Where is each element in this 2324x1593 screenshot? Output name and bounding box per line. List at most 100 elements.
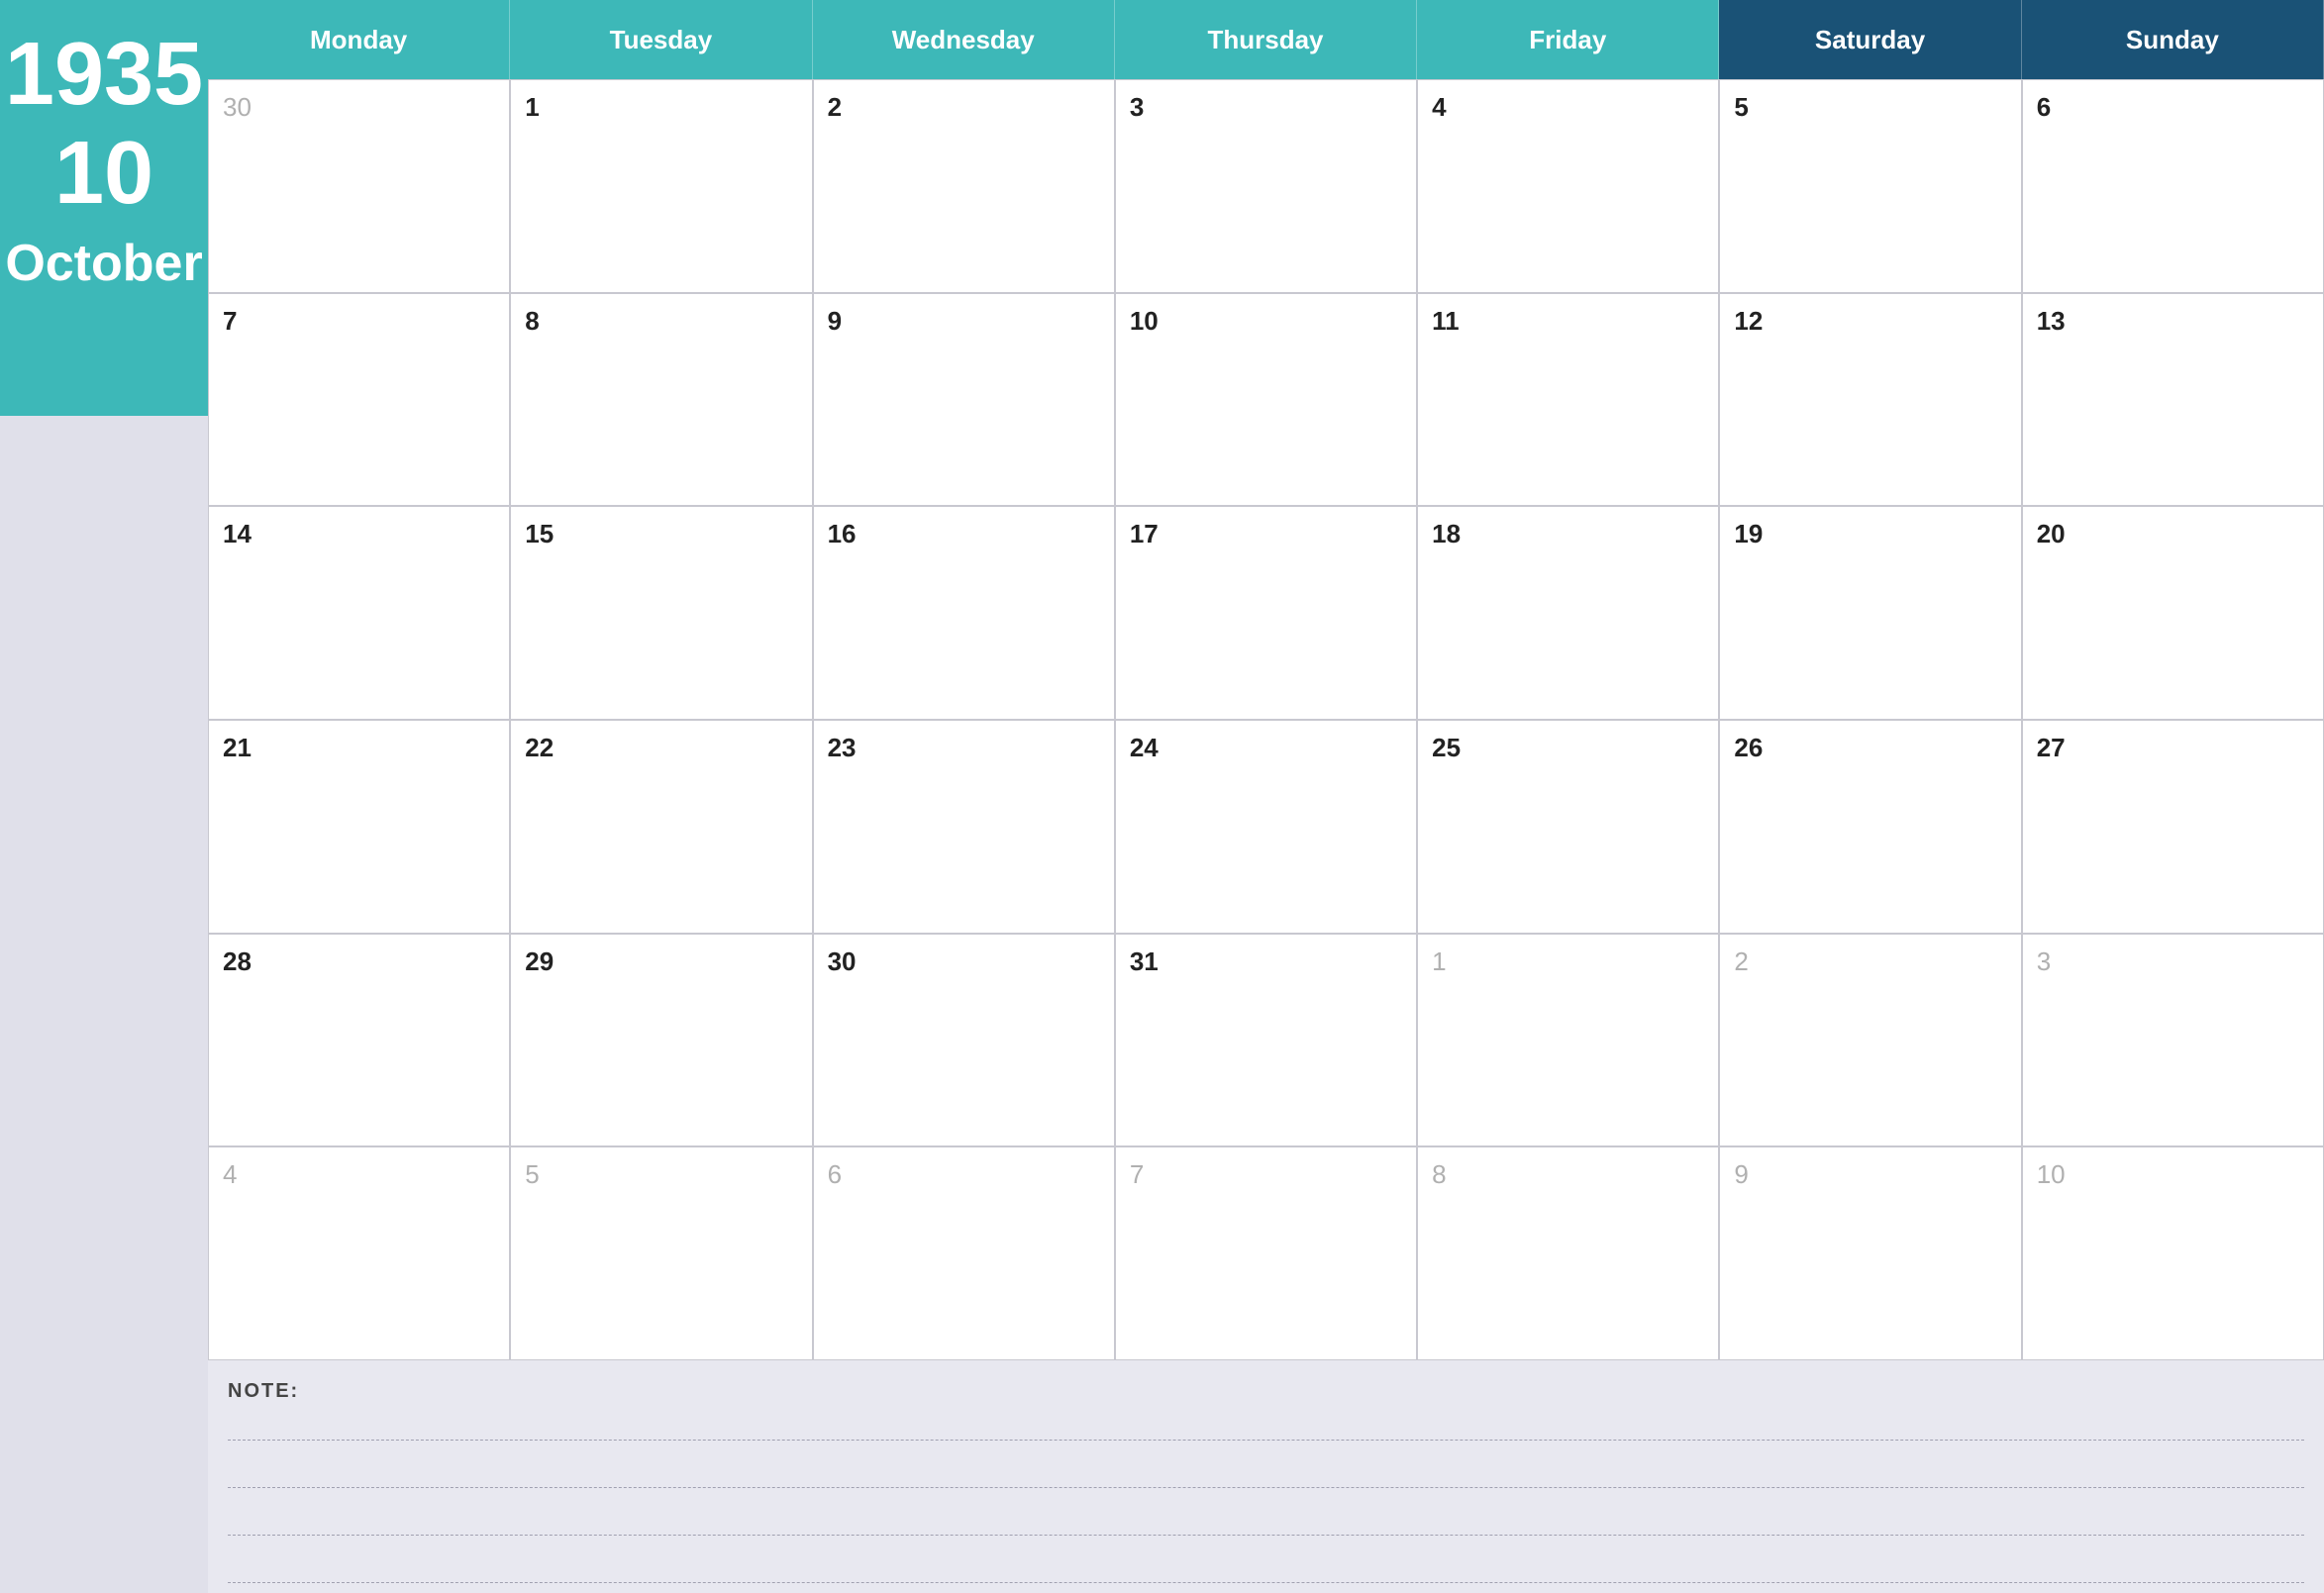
calendar-cell[interactable]: 11 xyxy=(1417,293,1719,507)
cell-date: 27 xyxy=(2037,733,2066,762)
calendar-cell[interactable]: 7 xyxy=(208,293,510,507)
calendar-cell[interactable]: 2 xyxy=(1719,934,2021,1147)
cell-date: 28 xyxy=(223,946,252,976)
year-label: 1935 xyxy=(5,30,203,119)
header-wednesday: Wednesday xyxy=(813,0,1115,79)
cell-date: 8 xyxy=(1432,1159,1446,1189)
month-label: October xyxy=(5,238,202,289)
calendar-cell[interactable]: 18 xyxy=(1417,506,1719,720)
calendar-cell[interactable]: 29 xyxy=(510,934,812,1147)
header-monday: Monday xyxy=(208,0,510,79)
calendar-cell[interactable]: 6 xyxy=(2022,79,2324,293)
calendar-cell[interactable]: 19 xyxy=(1719,506,2021,720)
calendar-cell[interactable]: 30 xyxy=(208,79,510,293)
cell-date: 21 xyxy=(223,733,252,762)
cell-date: 6 xyxy=(2037,92,2051,122)
calendar-cell[interactable]: 3 xyxy=(1115,79,1417,293)
cell-date: 3 xyxy=(2037,946,2051,976)
cell-date: 19 xyxy=(1734,519,1763,548)
calendar-sidebar: 1935 10 October xyxy=(0,0,208,1593)
header-saturday: Saturday xyxy=(1719,0,2021,79)
cell-date: 3 xyxy=(1130,92,1144,122)
calendar-cell[interactable]: 5 xyxy=(1719,79,2021,293)
calendar-cell[interactable]: 7 xyxy=(1115,1146,1417,1360)
calendar-cell[interactable]: 8 xyxy=(510,293,812,507)
calendar-container: 1935 10 October Monday Tuesday Wednesday… xyxy=(0,0,2324,1593)
calendar-cell[interactable]: 1 xyxy=(510,79,812,293)
calendar-cell[interactable]: 26 xyxy=(1719,720,2021,934)
header-thursday: Thursday xyxy=(1115,0,1417,79)
cell-date: 10 xyxy=(1130,306,1159,336)
calendar-cell[interactable]: 13 xyxy=(2022,293,2324,507)
calendar-cell[interactable]: 4 xyxy=(208,1146,510,1360)
calendar-cell[interactable]: 9 xyxy=(1719,1146,2021,1360)
cell-date: 31 xyxy=(1130,946,1159,976)
cell-date: 24 xyxy=(1130,733,1159,762)
note-label: NOTE: xyxy=(228,1380,2304,1403)
cell-date: 12 xyxy=(1734,306,1763,336)
calendar-cell[interactable]: 3 xyxy=(2022,934,2324,1147)
calendar-cell[interactable]: 15 xyxy=(510,506,812,720)
calendar-cell[interactable]: 8 xyxy=(1417,1146,1719,1360)
calendar-cell[interactable]: 22 xyxy=(510,720,812,934)
cell-date: 30 xyxy=(223,92,252,122)
cell-date: 4 xyxy=(1432,92,1446,122)
note-line-2[interactable] xyxy=(228,1458,2304,1488)
calendar-cell[interactable]: 30 xyxy=(813,934,1115,1147)
day-number-label: 10 xyxy=(54,129,153,218)
cell-date: 2 xyxy=(1734,946,1748,976)
cell-date: 18 xyxy=(1432,519,1461,548)
note-line-4[interactable] xyxy=(228,1553,2304,1583)
calendar-cell[interactable]: 10 xyxy=(2022,1146,2324,1360)
cell-date: 23 xyxy=(828,733,857,762)
calendar-cell[interactable]: 24 xyxy=(1115,720,1417,934)
calendar-cell[interactable]: 25 xyxy=(1417,720,1719,934)
cell-date: 5 xyxy=(525,1159,539,1189)
calendar-cell[interactable]: 28 xyxy=(208,934,510,1147)
calendar-cell[interactable]: 27 xyxy=(2022,720,2324,934)
cell-date: 10 xyxy=(2037,1159,2066,1189)
cell-date: 26 xyxy=(1734,733,1763,762)
calendar-cell[interactable]: 6 xyxy=(813,1146,1115,1360)
header-tuesday: Tuesday xyxy=(510,0,812,79)
calendar-cell[interactable]: 12 xyxy=(1719,293,2021,507)
calendar-cell[interactable]: 17 xyxy=(1115,506,1417,720)
cell-date: 29 xyxy=(525,946,554,976)
cell-date: 7 xyxy=(1130,1159,1144,1189)
cell-date: 25 xyxy=(1432,733,1461,762)
calendar-cell[interactable]: 21 xyxy=(208,720,510,934)
calendar-cell[interactable]: 9 xyxy=(813,293,1115,507)
notes-section: NOTE: xyxy=(208,1360,2324,1593)
header-friday: Friday xyxy=(1417,0,1719,79)
cell-date: 2 xyxy=(828,92,842,122)
cell-date: 11 xyxy=(1432,306,1460,336)
calendar-cell[interactable]: 23 xyxy=(813,720,1115,934)
calendar-cell[interactable]: 1 xyxy=(1417,934,1719,1147)
calendar-cell[interactable]: 31 xyxy=(1115,934,1417,1147)
cell-date: 9 xyxy=(828,306,842,336)
calendar-grid: 3012345678910111213141516171819202122232… xyxy=(208,79,2324,1360)
cell-date: 5 xyxy=(1734,92,1748,122)
note-line-1[interactable] xyxy=(228,1411,2304,1441)
cell-date: 8 xyxy=(525,306,539,336)
cell-date: 7 xyxy=(223,306,237,336)
main-content: Monday Tuesday Wednesday Thursday Friday… xyxy=(208,0,2324,1593)
header-sunday: Sunday xyxy=(2022,0,2324,79)
cell-date: 15 xyxy=(525,519,554,548)
calendar-cell[interactable]: 14 xyxy=(208,506,510,720)
cell-date: 4 xyxy=(223,1159,237,1189)
cell-date: 6 xyxy=(828,1159,842,1189)
calendar-cell[interactable]: 2 xyxy=(813,79,1115,293)
day-headers-row: Monday Tuesday Wednesday Thursday Friday… xyxy=(208,0,2324,79)
calendar-cell[interactable]: 20 xyxy=(2022,506,2324,720)
cell-date: 16 xyxy=(828,519,857,548)
calendar-cell[interactable]: 4 xyxy=(1417,79,1719,293)
cell-date: 30 xyxy=(828,946,857,976)
calendar-cell[interactable]: 16 xyxy=(813,506,1115,720)
cell-date: 17 xyxy=(1130,519,1159,548)
note-line-3[interactable] xyxy=(228,1506,2304,1536)
calendar-cell[interactable]: 10 xyxy=(1115,293,1417,507)
cell-date: 13 xyxy=(2037,306,2066,336)
cell-date: 9 xyxy=(1734,1159,1748,1189)
calendar-cell[interactable]: 5 xyxy=(510,1146,812,1360)
